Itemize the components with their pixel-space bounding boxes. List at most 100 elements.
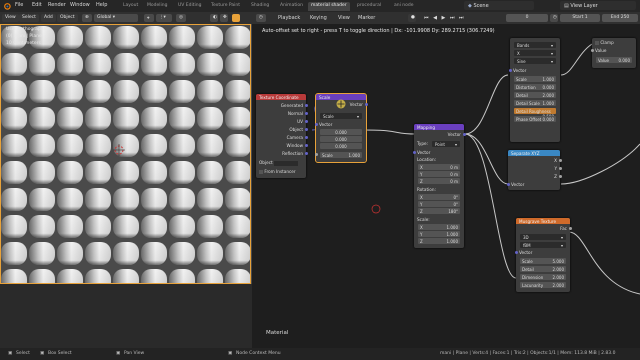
node-texture-coordinate[interactable]: Texture Coordinate Generated Normal UV O… [256, 94, 308, 178]
axis-label: Z [420, 178, 423, 184]
operation-dropdown[interactable]: Scale ▾ [320, 113, 362, 119]
current-frame-field[interactable]: 0 [506, 14, 548, 22]
gizmo-icon[interactable]: ✥ [220, 14, 228, 22]
wave-detail-field[interactable]: Detail 2.000 [514, 92, 556, 98]
object-field[interactable] [273, 160, 298, 166]
location-y-field[interactable]: Y 0 m [418, 171, 460, 177]
scale-x-field[interactable]: X 1.000 [418, 224, 460, 230]
select-menu[interactable]: Select [19, 14, 39, 22]
menu-window[interactable]: Window [70, 2, 90, 8]
add-menu[interactable]: Add [41, 14, 56, 22]
node-mapping[interactable]: Mapping Vector Type: Point ▾ Vector Locat… [412, 124, 466, 248]
node-math-clamp[interactable]: Clamp Value Value 0.000 [590, 38, 636, 68]
mouse-middle-icon: ▣ [116, 351, 121, 356]
tab-modeling[interactable]: Modeling [144, 2, 170, 11]
menu-file[interactable]: File [15, 2, 23, 8]
scene-selector[interactable]: ◆ Scene [464, 1, 534, 10]
rotation-x-field[interactable]: X 0° [418, 194, 460, 200]
status-box-select: Box Select [48, 351, 72, 356]
output-reflection: Reflection [282, 151, 303, 156]
wave-phase-offset-field[interactable]: Phase Offset 0.000 [514, 116, 556, 122]
transform-pivot-icon[interactable]: ⊕ [82, 14, 92, 22]
musgrave-dimension-field[interactable]: Dimension 2.000 [520, 274, 566, 280]
scale-z-field[interactable]: Z 1.000 [418, 238, 460, 244]
vector-y-field[interactable]: 0.000 [320, 136, 362, 142]
musgrave-scale-field[interactable]: Scale 5.000 [520, 258, 566, 264]
menu-edit[interactable]: Edit [32, 2, 42, 8]
scale-y-field[interactable]: Y 1.000 [418, 231, 460, 237]
type-dropdown[interactable]: Point ▾ [432, 141, 460, 147]
editor-type-icon[interactable]: ◷ [256, 14, 266, 22]
location-z-field[interactable]: Z 0 m [418, 178, 460, 184]
rotation-y-field[interactable]: Y 0° [418, 201, 460, 207]
tab-layout[interactable]: Layout [120, 2, 141, 11]
wave-detail-roughness-field[interactable]: Detail Roughness0.500 [514, 108, 556, 119]
field-value: 2.000 [552, 274, 564, 280]
view-menu[interactable]: View [2, 14, 19, 22]
tab-shading[interactable]: Shading [248, 2, 272, 11]
visibility-icon[interactable]: ◐ [210, 14, 218, 22]
from-instancer-checkbox[interactable]: From Instancer [259, 169, 303, 175]
end-frame-field[interactable]: End 250 [602, 14, 638, 22]
wave-profile-dropdown[interactable]: Sine ▾ [514, 58, 556, 64]
tab-uv-editing[interactable]: UV Editing [175, 2, 204, 11]
musgrave-lacunarity-field[interactable]: Lacunarity 2.000 [520, 282, 566, 288]
top-bar: File Edit Render Window Help Layout Mode… [0, 0, 640, 12]
node-musgrave-texture[interactable]: Musgrave Texture Fac 3D ▾ fBM ▾ Vector Sca… [514, 218, 572, 292]
wave-direction-dropdown[interactable]: X ▾ [514, 50, 556, 56]
3d-viewport[interactable]: User Orthographic (0) mani | Plane 10 Ce… [0, 24, 252, 284]
node-title: Musgrave Texture [516, 218, 570, 224]
output-uv: UV [297, 119, 303, 124]
menu-render[interactable]: Render [48, 2, 66, 8]
object-info-label: (0) mani | Plane [6, 34, 42, 39]
location-x-field[interactable]: X 0 m [418, 164, 460, 170]
wave-distortion-field[interactable]: Distortion 0.000 [514, 84, 556, 90]
axis-value: 180° [448, 208, 458, 214]
tab-texture-paint[interactable]: Texture Paint [208, 2, 243, 11]
marker-menu[interactable]: Marker [358, 15, 375, 21]
tab-animation[interactable]: Animation [277, 2, 306, 11]
snap-icon[interactable]: ⌖ [144, 14, 154, 22]
axis-value: 0° [453, 201, 458, 207]
proportional-edit-icon[interactable]: ◎ [176, 14, 186, 22]
wave-detail-scale-field[interactable]: Detail Scale 1.000 [514, 100, 556, 106]
node-separate-xyz[interactable]: Separate XYZ X Y Z Vector [506, 150, 562, 190]
start-frame-field[interactable]: Start 1 [560, 14, 600, 22]
node-vector-scale[interactable]: Scale Vector Scale ▾ Vector 0.000 0.000 0… [314, 93, 368, 163]
blender-logo-icon[interactable] [3, 2, 11, 10]
wave-type-dropdown[interactable]: Bands ▾ [514, 42, 556, 48]
musgrave-type-dropdown[interactable]: fBM ▾ [520, 242, 566, 248]
node-editor-canvas[interactable]: Auto-offset set to right - press T to to… [252, 24, 640, 348]
keying-menu[interactable]: Keying [310, 15, 327, 21]
field-label: Distortion [516, 84, 536, 90]
playback-menu[interactable]: Playback [278, 15, 300, 21]
record-icon[interactable]: ● [408, 14, 416, 22]
preview-range-icon[interactable]: ◷ [550, 14, 558, 22]
view-layer-selector[interactable]: ▤ View Layer [560, 1, 636, 10]
object-selector[interactable]: Object [259, 160, 303, 166]
object-menu[interactable]: Object [57, 14, 78, 22]
vector-x-field[interactable]: 0.000 [320, 129, 362, 135]
musgrave-detail-field[interactable]: Detail 2.000 [520, 266, 566, 272]
vector-z-field[interactable]: 0.000 [320, 143, 362, 149]
viewport-header: View Select Add Object ⊕ Global ▾ ⌖ ⋮▾ ◎… [0, 12, 252, 24]
node-wave-texture[interactable]: Bands ▾ X ▾ Sine ▾ Vector Scale 1.000 Distor… [508, 38, 560, 142]
tab-ani-node[interactable]: ani node [391, 2, 417, 11]
value-field[interactable]: Value 0.000 [596, 57, 632, 63]
orientation-dropdown[interactable]: Global ▾ [94, 14, 138, 22]
snap-settings-icon[interactable]: ⋮▾ [156, 14, 172, 22]
overlay-icon[interactable] [232, 14, 240, 22]
output-vector: Vector [447, 132, 461, 137]
dimensions-dropdown[interactable]: 3D ▾ [520, 234, 566, 240]
scale-field[interactable]: Scale 1.000 [320, 152, 362, 158]
3d-cursor-icon[interactable] [113, 144, 125, 156]
tab-material-shader[interactable]: material shader [308, 2, 350, 11]
rotation-z-field[interactable]: Z 180° [418, 208, 460, 214]
clamp-checkbox[interactable]: Clamp [595, 40, 633, 46]
playback-controls-icon[interactable]: ⏮ ◀ ▶ ⏭ ⏭ [424, 15, 465, 21]
menu-help[interactable]: Help [96, 2, 107, 8]
tab-procedural[interactable]: procedural [354, 2, 384, 11]
timeline-header: ◷ Playback Keying View Marker ● ⏮ ◀ ▶ ⏭ … [252, 12, 640, 24]
timeline-view-menu[interactable]: View [338, 15, 350, 21]
wave-scale-field[interactable]: Scale 1.000 [514, 76, 556, 82]
